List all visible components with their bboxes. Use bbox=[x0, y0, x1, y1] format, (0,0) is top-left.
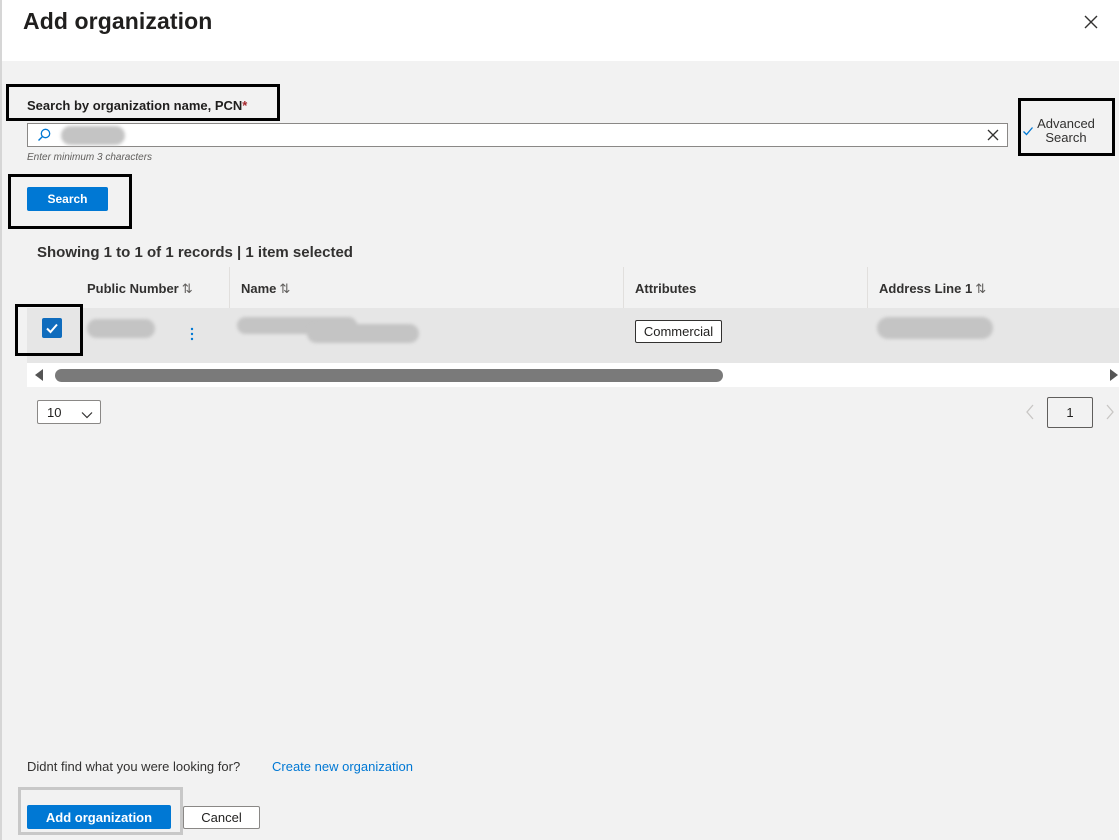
row-checkbox[interactable] bbox=[42, 318, 62, 338]
panel-header: Add organization bbox=[2, 0, 1119, 61]
scrollbar-thumb[interactable] bbox=[55, 369, 723, 382]
column-divider[interactable] bbox=[867, 267, 868, 308]
next-page-icon[interactable] bbox=[1104, 403, 1116, 421]
column-header-public-number[interactable]: Public Number ⇅ bbox=[87, 281, 193, 297]
sort-icon: ⇅ bbox=[181, 281, 193, 296]
sort-icon: ⇅ bbox=[279, 281, 291, 296]
close-icon[interactable] bbox=[1081, 12, 1101, 32]
create-new-organization-link[interactable]: Create new organization bbox=[272, 759, 413, 774]
column-label: Name bbox=[241, 281, 277, 296]
column-label: Address Line 1 bbox=[879, 281, 973, 296]
advanced-search-line2: Search bbox=[1045, 130, 1087, 145]
panel-title: Add organization bbox=[23, 8, 213, 34]
column-header-address-line-1[interactable]: Address Line 1 ⇅ bbox=[879, 281, 986, 297]
scroll-right-arrow-icon[interactable] bbox=[1110, 369, 1118, 381]
results-grid-header: Public Number ⇅ Name ⇅ Attributes Address … bbox=[27, 267, 1119, 308]
results-summary: Showing 1 to 1 of 1 records | 1 item sel… bbox=[37, 244, 353, 261]
column-header-name[interactable]: Name ⇅ bbox=[241, 281, 290, 297]
scroll-left-arrow-icon[interactable] bbox=[35, 369, 43, 381]
cancel-button[interactable]: Cancel bbox=[183, 806, 260, 829]
page-size-dropdown[interactable]: 10 bbox=[37, 400, 101, 424]
required-marker: * bbox=[242, 98, 248, 113]
previous-page-icon[interactable] bbox=[1024, 403, 1036, 421]
redacted-public-number bbox=[87, 319, 155, 338]
sort-icon: ⇅ bbox=[975, 281, 987, 296]
page-number-button[interactable]: 1 bbox=[1047, 397, 1093, 428]
search-field[interactable] bbox=[27, 123, 1008, 147]
search-button[interactable]: Search bbox=[27, 187, 108, 211]
attribute-tag: Commercial bbox=[635, 320, 722, 343]
search-input[interactable] bbox=[60, 126, 960, 144]
chevron-down-icon bbox=[81, 407, 93, 419]
checkmark-icon bbox=[46, 323, 58, 334]
redacted-address bbox=[877, 317, 993, 339]
clear-icon[interactable] bbox=[985, 127, 1001, 143]
column-label: Attributes bbox=[635, 281, 697, 296]
table-row[interactable]: Commercial bbox=[27, 308, 1119, 363]
search-hint: Enter minimum 3 characters bbox=[27, 152, 153, 163]
advanced-search-button[interactable]: Advanced Search bbox=[1020, 117, 1112, 145]
column-divider[interactable] bbox=[229, 267, 230, 308]
search-icon bbox=[36, 127, 52, 143]
more-options-icon[interactable] bbox=[187, 324, 197, 344]
add-organization-panel: Add organization Search by organization … bbox=[2, 0, 1119, 840]
not-found-text: Didnt find what you were looking for? bbox=[27, 759, 241, 774]
column-header-attributes: Attributes bbox=[635, 281, 696, 296]
add-organization-button[interactable]: Add organization bbox=[27, 805, 171, 829]
search-label: Search by organization name, PCN* bbox=[27, 98, 247, 113]
search-label-text: Search by organization name, PCN bbox=[27, 98, 243, 113]
advanced-search-line1: Advanced bbox=[1037, 116, 1095, 131]
redacted-name bbox=[307, 324, 419, 343]
column-label: Public Number bbox=[87, 281, 179, 296]
column-divider[interactable] bbox=[623, 267, 624, 308]
horizontal-scrollbar[interactable] bbox=[27, 363, 1119, 387]
page-size-value: 10 bbox=[47, 405, 62, 420]
